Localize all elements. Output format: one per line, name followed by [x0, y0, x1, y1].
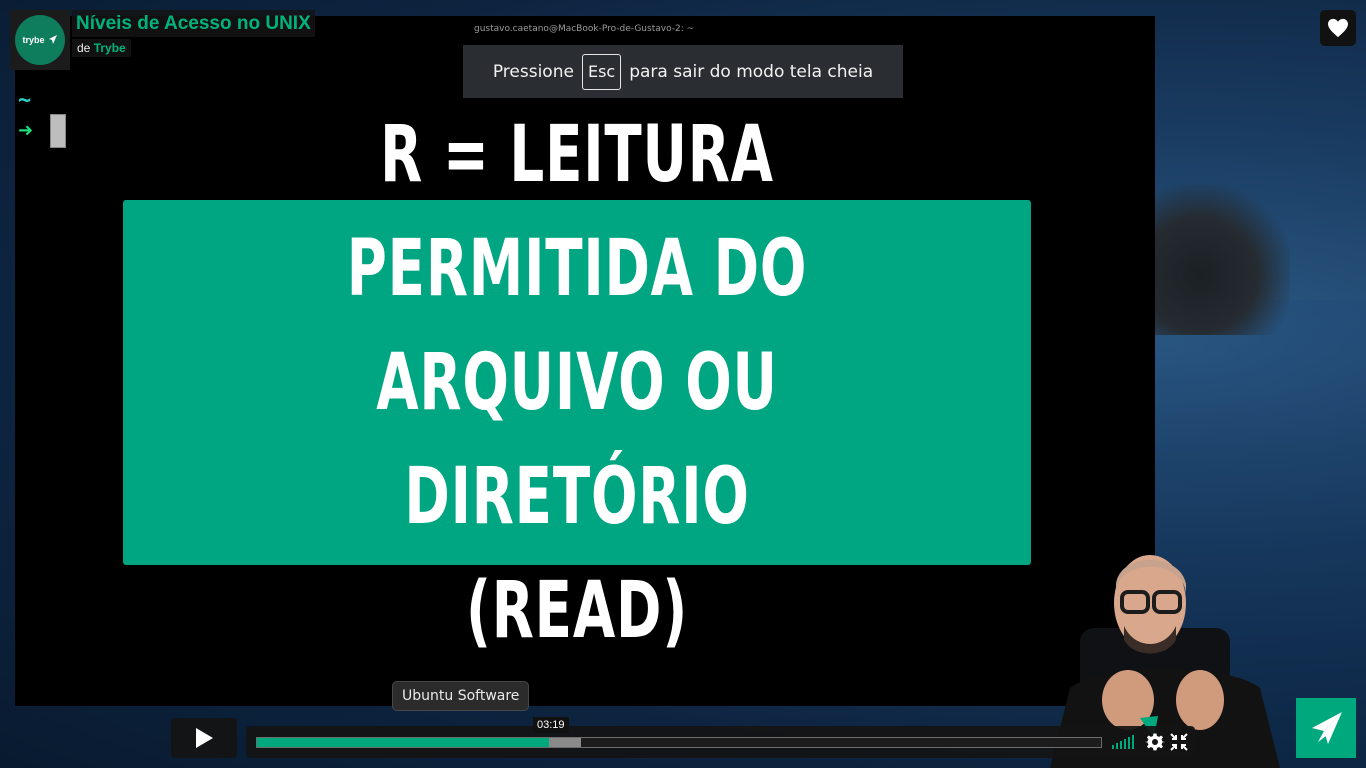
- played-range: [257, 738, 550, 747]
- notice-after: para sair do modo tela cheia: [629, 61, 874, 82]
- brand-mark-icon: [1312, 712, 1342, 744]
- slide-line: (READ): [465, 565, 689, 656]
- progress-bar[interactable]: [256, 737, 1102, 748]
- trybe-logo-icon[interactable]: [1296, 698, 1356, 758]
- prompt-arrow: ➜: [18, 120, 34, 141]
- prompt-tilde: ~: [18, 88, 32, 113]
- esc-key: Esc: [581, 53, 622, 90]
- dock-tooltip: Ubuntu Software: [392, 681, 530, 711]
- byline: de Trybe: [72, 39, 131, 57]
- terminal-title: gustavo.caetano@MacBook-Pro-de-Gustavo-2…: [474, 24, 695, 34]
- video-title[interactable]: Níveis de Acesso no UNIX: [72, 10, 315, 37]
- trybe-mark-icon: [48, 35, 57, 44]
- play-button[interactable]: [171, 718, 237, 758]
- slide-text: R = LEITURA PERMITIDA DO ARQUIVO OU DIRE…: [223, 98, 931, 668]
- gear-icon[interactable]: [1145, 732, 1165, 752]
- channel-logo[interactable]: trybe: [10, 10, 70, 70]
- slide-line: R = LEITURA PERMITIDA DO: [346, 109, 808, 314]
- terminal-cursor: [50, 114, 66, 148]
- byline-prefix: de: [77, 41, 91, 55]
- fullscreen-exit-icon[interactable]: [1170, 733, 1188, 751]
- play-icon: [196, 728, 213, 748]
- heart-icon: [1328, 18, 1348, 38]
- author-link[interactable]: Trybe: [94, 41, 126, 55]
- slide-card: R = LEITURA PERMITIDA DO ARQUIVO OU DIRE…: [123, 110, 1031, 656]
- slide-line: ARQUIVO OU DIRETÓRIO: [376, 337, 778, 542]
- logo-word: trybe: [22, 35, 45, 45]
- current-time: 03:19: [533, 717, 569, 733]
- wallpaper-cliff: [1150, 185, 1290, 335]
- player-controls: [246, 726, 1195, 758]
- notice-before: Pressione: [492, 61, 574, 82]
- volume-icon[interactable]: [1112, 735, 1138, 749]
- like-button[interactable]: [1320, 10, 1356, 46]
- trybe-logo-icon: trybe: [15, 15, 65, 65]
- fullscreen-notice: Pressione Esc para sair do modo tela che…: [463, 45, 903, 98]
